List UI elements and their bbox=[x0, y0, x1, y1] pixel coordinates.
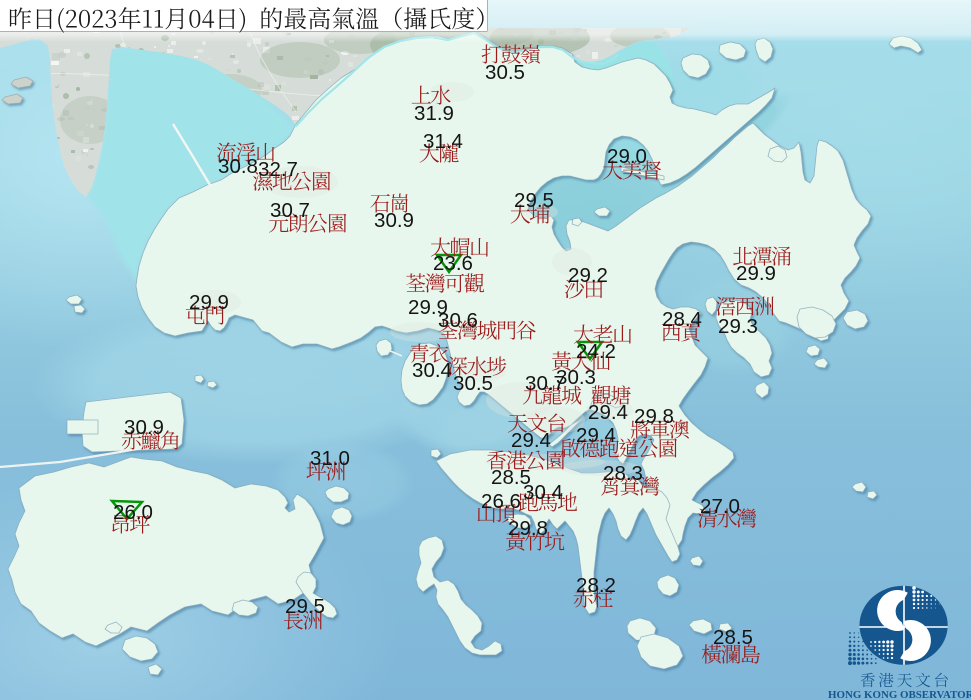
svg-text:30.7: 30.7 bbox=[270, 199, 310, 222]
svg-text:23.6: 23.6 bbox=[433, 252, 473, 275]
svg-text:31.0: 31.0 bbox=[310, 447, 350, 470]
svg-text:30.5: 30.5 bbox=[485, 61, 525, 84]
svg-text:32.7: 32.7 bbox=[258, 158, 298, 181]
svg-text:30.4: 30.4 bbox=[412, 359, 452, 382]
svg-text:29.4: 29.4 bbox=[576, 424, 616, 447]
svg-text:31.4: 31.4 bbox=[423, 130, 463, 153]
svg-text:30.7: 30.7 bbox=[525, 372, 565, 395]
svg-text:26.6: 26.6 bbox=[481, 490, 521, 513]
svg-text:26.0: 26.0 bbox=[113, 501, 153, 524]
svg-text:31.9: 31.9 bbox=[414, 102, 454, 125]
svg-text:29.5: 29.5 bbox=[514, 189, 554, 212]
svg-text:30.5: 30.5 bbox=[453, 372, 493, 395]
svg-text:28.4: 28.4 bbox=[662, 308, 702, 331]
svg-text:30.4: 30.4 bbox=[523, 481, 563, 504]
svg-text:30.6: 30.6 bbox=[438, 309, 478, 332]
svg-text:29.9: 29.9 bbox=[189, 291, 229, 314]
svg-text:27.0: 27.0 bbox=[700, 495, 740, 518]
svg-text:28.3: 28.3 bbox=[603, 462, 643, 485]
svg-text:30.8: 30.8 bbox=[218, 155, 258, 178]
svg-text:24.2: 24.2 bbox=[576, 340, 616, 363]
svg-text:29.3: 29.3 bbox=[718, 315, 758, 338]
svg-text:HONG KONG OBSERVATORY: HONG KONG OBSERVATORY bbox=[828, 689, 971, 700]
svg-text:29.4: 29.4 bbox=[588, 401, 628, 424]
svg-text:28.2: 28.2 bbox=[576, 574, 616, 597]
svg-text:29.4: 29.4 bbox=[511, 429, 551, 452]
svg-text:29.9: 29.9 bbox=[736, 262, 776, 285]
svg-text:29.0: 29.0 bbox=[607, 145, 647, 168]
svg-text:29.8: 29.8 bbox=[508, 517, 548, 540]
svg-text:29.5: 29.5 bbox=[285, 595, 325, 618]
svg-text:30.9: 30.9 bbox=[374, 209, 414, 232]
svg-text:29.2: 29.2 bbox=[568, 264, 608, 287]
svg-text:28.5: 28.5 bbox=[713, 626, 753, 649]
svg-text:30.9: 30.9 bbox=[124, 416, 164, 439]
svg-text:29.8: 29.8 bbox=[634, 405, 674, 428]
